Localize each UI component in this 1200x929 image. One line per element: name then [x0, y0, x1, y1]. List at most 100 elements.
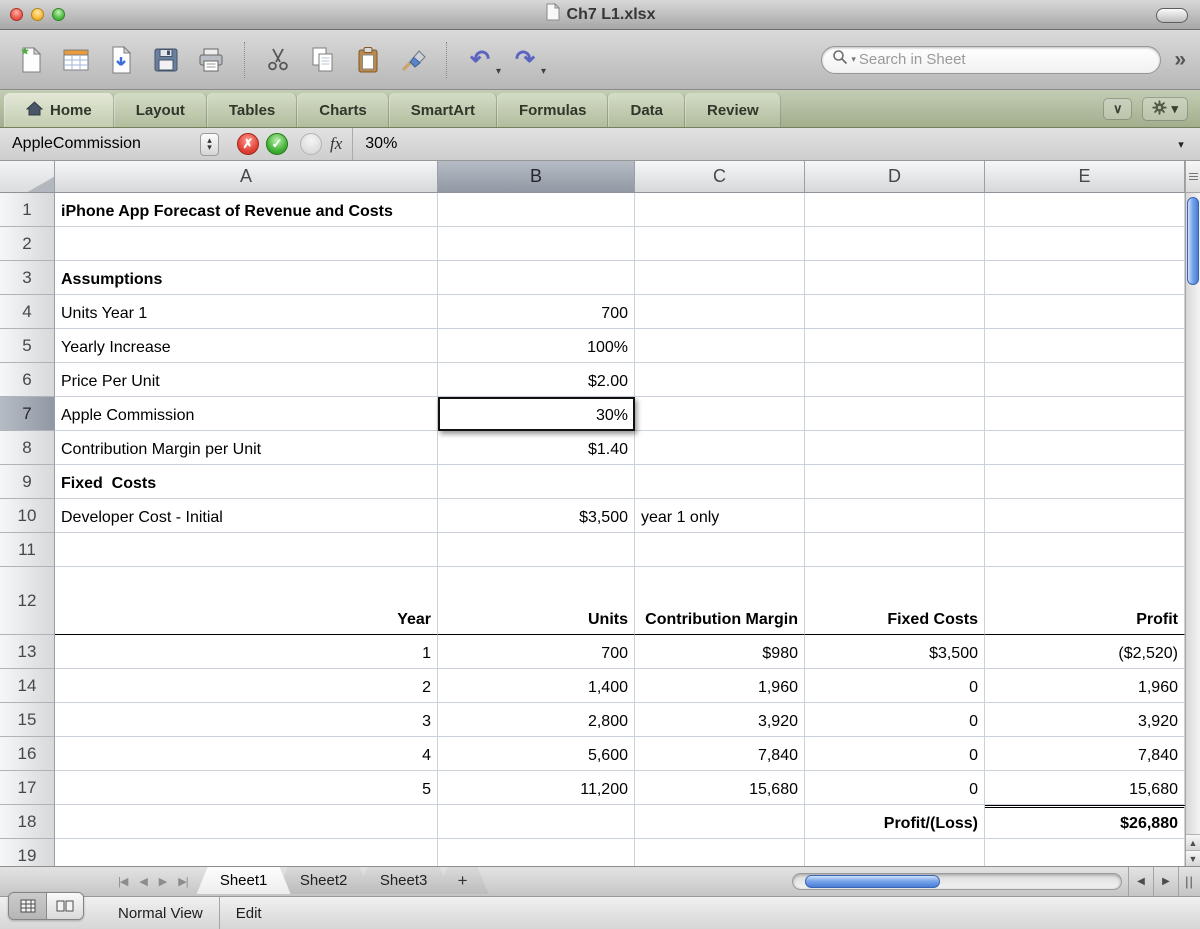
- row-header-11[interactable]: 11: [0, 533, 55, 567]
- cell-D5[interactable]: [805, 329, 985, 363]
- cell-C6[interactable]: [635, 363, 805, 397]
- cell-C4[interactable]: [635, 295, 805, 329]
- cell-B9[interactable]: [438, 465, 635, 499]
- horizontal-scrollbar[interactable]: [792, 873, 1128, 890]
- row-header-17[interactable]: 17: [0, 771, 55, 805]
- horizontal-scroll-track[interactable]: [792, 873, 1122, 890]
- cancel-entry-button[interactable]: ✗: [237, 133, 259, 155]
- cell-D7[interactable]: [805, 397, 985, 431]
- cell-B12[interactable]: Units: [438, 567, 635, 635]
- page-layout-view-button[interactable]: [46, 893, 83, 919]
- row-header-10[interactable]: 10: [0, 499, 55, 533]
- cell-B17[interactable]: 11,200: [438, 771, 635, 805]
- cell-C7[interactable]: [635, 397, 805, 431]
- cell-A14[interactable]: 2: [55, 669, 438, 703]
- cell-E17[interactable]: 15,680: [985, 771, 1185, 805]
- vertical-scroll-thumb[interactable]: [1187, 197, 1199, 285]
- name-box-stepper[interactable]: ▴ ▾: [200, 132, 219, 156]
- cell-E16[interactable]: 7,840: [985, 737, 1185, 771]
- cell-D3[interactable]: [805, 261, 985, 295]
- cell-A2[interactable]: [55, 227, 438, 261]
- cell-D12[interactable]: Fixed Costs: [805, 567, 985, 635]
- cell-B18[interactable]: [438, 805, 635, 839]
- tab-formulas[interactable]: Formulas: [496, 93, 609, 127]
- cell-A5[interactable]: Yearly Increase: [55, 329, 438, 363]
- tab-tables[interactable]: Tables: [206, 93, 298, 127]
- tab-sheet1[interactable]: Sheet1: [197, 867, 291, 894]
- cell-D2[interactable]: [805, 227, 985, 261]
- cell-C12[interactable]: Contribution Margin: [635, 567, 805, 635]
- row-header-15[interactable]: 15: [0, 703, 55, 737]
- cell-E3[interactable]: [985, 261, 1185, 295]
- cell-A1[interactable]: iPhone App Forecast of Revenue and Costs: [55, 193, 438, 227]
- cell-C2[interactable]: [635, 227, 805, 261]
- scroll-left-button[interactable]: ◀: [1128, 867, 1153, 896]
- workbook-gallery-button[interactable]: [55, 35, 97, 85]
- add-sheet-button[interactable]: +: [437, 867, 489, 894]
- cell-D18[interactable]: Profit/(Loss): [805, 805, 985, 839]
- vertical-scrollbar[interactable]: ▲ ▼: [1185, 161, 1200, 866]
- search-input[interactable]: [858, 51, 1151, 68]
- zoom-button[interactable]: [52, 8, 65, 21]
- cell-D19[interactable]: [805, 839, 985, 866]
- column-header-A[interactable]: A: [55, 161, 438, 193]
- row-header-19[interactable]: 19: [0, 839, 55, 866]
- cell-D9[interactable]: [805, 465, 985, 499]
- window-split-handle[interactable]: ||: [1178, 867, 1200, 896]
- cell-B6[interactable]: $2.00: [438, 363, 635, 397]
- row-header-5[interactable]: 5: [0, 329, 55, 363]
- tab-charts[interactable]: Charts: [297, 93, 389, 127]
- cell-B3[interactable]: [438, 261, 635, 295]
- close-button[interactable]: [10, 8, 23, 21]
- row-header-9[interactable]: 9: [0, 465, 55, 499]
- cell-D1[interactable]: [805, 193, 985, 227]
- cell-A13[interactable]: 1: [55, 635, 438, 669]
- cell-B13[interactable]: 700: [438, 635, 635, 669]
- cell-A16[interactable]: 4: [55, 737, 438, 771]
- row-header-3[interactable]: 3: [0, 261, 55, 295]
- row-header-8[interactable]: 8: [0, 431, 55, 465]
- scroll-up-button[interactable]: ▲: [1186, 834, 1200, 850]
- cell-E2[interactable]: [985, 227, 1185, 261]
- save-button[interactable]: [145, 35, 187, 85]
- cell-A6[interactable]: Price Per Unit: [55, 363, 438, 397]
- cell-A15[interactable]: 3: [55, 703, 438, 737]
- cell-D8[interactable]: [805, 431, 985, 465]
- last-sheet-button[interactable]: ▶|: [178, 875, 188, 888]
- tab-review[interactable]: Review: [685, 93, 781, 127]
- cell-C16[interactable]: 7,840: [635, 737, 805, 771]
- cell-C14[interactable]: 1,960: [635, 669, 805, 703]
- search-scope-arrow[interactable]: ▾: [851, 54, 856, 65]
- tab-home[interactable]: Home: [4, 93, 114, 127]
- cell-B16[interactable]: 5,600: [438, 737, 635, 771]
- cell-D14[interactable]: 0: [805, 669, 985, 703]
- scroll-down-button[interactable]: ▼: [1186, 850, 1200, 866]
- cell-E14[interactable]: 1,960: [985, 669, 1185, 703]
- format-painter-button[interactable]: [392, 35, 434, 85]
- cell-B4[interactable]: 700: [438, 295, 635, 329]
- print-button[interactable]: [190, 35, 232, 85]
- row-header-18[interactable]: 18: [0, 805, 55, 839]
- cell-C3[interactable]: [635, 261, 805, 295]
- row-header-14[interactable]: 14: [0, 669, 55, 703]
- open-button[interactable]: [100, 35, 142, 85]
- row-header-12[interactable]: 12: [0, 567, 55, 635]
- cell-A7[interactable]: Apple Commission: [55, 397, 438, 431]
- cell-B14[interactable]: 1,400: [438, 669, 635, 703]
- cell-C1[interactable]: [635, 193, 805, 227]
- tab-smartart[interactable]: SmartArt: [388, 93, 497, 127]
- formula-bar-expand-button[interactable]: ▾: [1170, 138, 1192, 151]
- cell-E12[interactable]: Profit: [985, 567, 1185, 635]
- accept-entry-button[interactable]: ✓: [266, 133, 288, 155]
- cell-D17[interactable]: 0: [805, 771, 985, 805]
- cell-B2[interactable]: [438, 227, 635, 261]
- redo-button[interactable]: ↷ ▾: [504, 35, 546, 85]
- cell-E9[interactable]: [985, 465, 1185, 499]
- next-sheet-button[interactable]: ▶: [159, 875, 168, 888]
- tab-layout[interactable]: Layout: [113, 93, 207, 127]
- row-header-13[interactable]: 13: [0, 635, 55, 669]
- cell-C9[interactable]: [635, 465, 805, 499]
- tab-sheet3[interactable]: Sheet3: [357, 867, 451, 894]
- column-header-D[interactable]: D: [805, 161, 985, 193]
- cell-D13[interactable]: $3,500: [805, 635, 985, 669]
